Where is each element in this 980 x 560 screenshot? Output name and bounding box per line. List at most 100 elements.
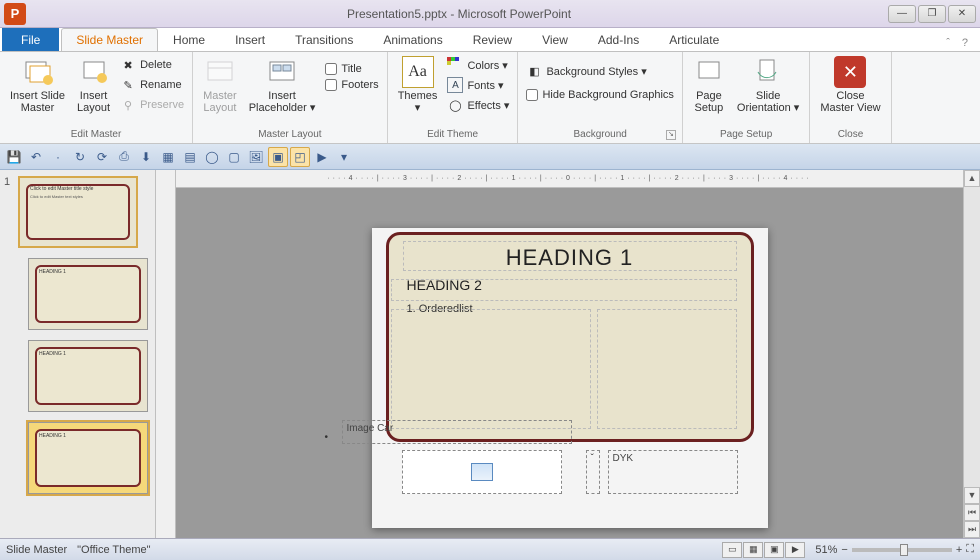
bullet-icon: • xyxy=(325,432,329,443)
tab-home[interactable]: Home xyxy=(158,28,220,51)
rename-label: Rename xyxy=(140,79,182,91)
tab-review[interactable]: Review xyxy=(458,28,527,51)
vertical-scrollbar[interactable]: ▲ ▼ ⏮ ⏭ xyxy=(963,170,980,538)
ribbon-collapse-icon[interactable]: ˆ xyxy=(942,35,954,51)
vertical-ruler xyxy=(156,170,176,538)
group-page-setup-label: Page Setup xyxy=(689,127,803,143)
status-bar: Slide Master "Office Theme" ▭ ▦ ▣ ▶ 51% … xyxy=(0,538,980,560)
zoom-control: 51% − + ⛶ xyxy=(815,543,974,556)
image-car-label: Image Car xyxy=(347,423,394,434)
qat-dropdown-icon[interactable]: ▾ xyxy=(334,147,354,167)
thumb-master[interactable]: Click to edit Master title style Click t… xyxy=(18,176,138,248)
tab-slide-master[interactable]: Slide Master xyxy=(61,28,158,51)
thumb-layout-1[interactable]: HEADING 1 xyxy=(28,258,148,330)
qat-save-icon[interactable]: 💾 xyxy=(4,147,24,167)
image-car-placeholder[interactable]: • Image Car xyxy=(342,420,572,444)
insert-layout-button[interactable]: Insert Layout xyxy=(73,54,114,116)
preserve-button[interactable]: ⚲Preserve xyxy=(118,96,186,114)
footers-checkbox[interactable]: Footers xyxy=(323,78,380,92)
qat-btn-6[interactable]: ⬇ xyxy=(136,147,156,167)
thumbnails-pane: 1 Click to edit Master title style Click… xyxy=(0,170,156,538)
title-checkbox[interactable]: Title xyxy=(323,62,380,76)
qat-btn-13[interactable]: ◰ xyxy=(290,147,310,167)
slide-orientation-label: Slide Orientation ▾ xyxy=(737,90,799,114)
slide-canvas[interactable]: HEADING 1 HEADING 2 1. Orderedlist • Ima… xyxy=(176,188,963,538)
themes-button[interactable]: Aa Themes ▾ xyxy=(394,54,442,116)
delete-button[interactable]: ✖Delete xyxy=(118,56,186,74)
colors-button[interactable]: Colors ▾ xyxy=(445,56,511,74)
view-normal-icon[interactable]: ▭ xyxy=(722,542,742,558)
prev-slide-icon[interactable]: ⏮ xyxy=(964,504,980,521)
image-placeholder[interactable] xyxy=(402,450,562,494)
scroll-up-icon[interactable]: ▲ xyxy=(964,170,980,187)
hide-background-checkbox[interactable]: Hide Background Graphics xyxy=(524,88,675,102)
tab-animations[interactable]: Animations xyxy=(368,28,457,51)
qat-btn-5[interactable]: ⎙ xyxy=(114,147,134,167)
qat-btn-14[interactable]: ▶ xyxy=(312,147,332,167)
background-styles-label: Background Styles ▾ xyxy=(546,65,646,78)
fonts-button[interactable]: AFonts ▾ xyxy=(445,76,511,94)
colors-label: Colors ▾ xyxy=(467,59,507,72)
scroll-down-icon[interactable]: ▼ xyxy=(964,487,980,504)
minimize-button[interactable]: — xyxy=(888,5,916,23)
preserve-icon: ⚲ xyxy=(120,97,136,113)
zoom-out-button[interactable]: − xyxy=(841,544,847,556)
effects-button[interactable]: ◯Effects ▾ xyxy=(445,96,511,114)
view-sorter-icon[interactable]: ▦ xyxy=(743,542,763,558)
zoom-thumb[interactable] xyxy=(900,544,908,556)
thumb-layout-2[interactable]: HEADING 1 xyxy=(28,340,148,412)
tab-file[interactable]: File xyxy=(2,28,59,51)
tab-articulate[interactable]: Articulate xyxy=(654,28,734,51)
view-slideshow-icon[interactable]: ▶ xyxy=(785,542,805,558)
tab-view[interactable]: View xyxy=(527,28,583,51)
slide-orientation-button[interactable]: Slide Orientation ▾ xyxy=(733,54,803,116)
master-layout-button: Master Layout xyxy=(199,54,241,116)
qat-btn-11[interactable]: 🖼 xyxy=(246,147,266,167)
tab-transitions[interactable]: Transitions xyxy=(280,28,368,51)
qat-btn-12[interactable]: ▣ xyxy=(268,147,288,167)
body-right-placeholder[interactable] xyxy=(597,309,737,429)
qat-btn-7[interactable]: ▦ xyxy=(158,147,178,167)
title-checkbox-label: Title xyxy=(341,63,361,75)
subtitle-placeholder[interactable] xyxy=(391,279,737,301)
dyk-placeholder[interactable]: DYK xyxy=(608,450,738,494)
zoom-fit-button[interactable]: ⛶ xyxy=(966,543,974,556)
slide: HEADING 1 HEADING 2 1. Orderedlist • Ima… xyxy=(372,228,768,528)
zoom-in-button[interactable]: + xyxy=(956,544,962,556)
body-left-placeholder[interactable] xyxy=(391,309,591,429)
colors-icon xyxy=(447,57,463,73)
insert-placeholder-button[interactable]: Insert Placeholder ▾ xyxy=(245,54,320,116)
qat-separator: · xyxy=(48,147,68,167)
small-placeholder[interactable]: ˇ xyxy=(586,450,600,494)
thumb-layout-3-selected[interactable]: HEADING 1 xyxy=(28,422,148,494)
tab-insert[interactable]: Insert xyxy=(220,28,280,51)
next-slide-icon[interactable]: ⏭ xyxy=(964,521,980,538)
qat-btn-10[interactable]: ▢ xyxy=(224,147,244,167)
picture-icon xyxy=(471,463,493,481)
qat-btn-8[interactable]: ▤ xyxy=(180,147,200,167)
zoom-percent[interactable]: 51% xyxy=(815,544,837,556)
slide-orientation-icon xyxy=(752,56,784,88)
group-edit-theme: Aa Themes ▾ Colors ▾ AFonts ▾ ◯Effects ▾… xyxy=(388,52,519,143)
rename-button[interactable]: ✎Rename xyxy=(118,76,186,94)
tab-add-ins[interactable]: Add-Ins xyxy=(583,28,654,51)
hide-background-label: Hide Background Graphics xyxy=(542,89,673,101)
background-launcher-icon[interactable]: ↘ xyxy=(666,130,676,140)
background-styles-button[interactable]: ◧Background Styles ▾ xyxy=(524,62,675,80)
group-edit-master: Insert Slide Master Insert Layout ✖Delet… xyxy=(0,52,193,143)
qat-undo-icon[interactable]: ↶ xyxy=(26,147,46,167)
help-icon[interactable]: ? xyxy=(958,35,972,51)
master-layout-label: Master Layout xyxy=(203,90,237,114)
qat-redo-icon[interactable]: ↻ xyxy=(70,147,90,167)
close-window-button[interactable]: ✕ xyxy=(948,5,976,23)
close-master-view-button[interactable]: ✕ Close Master View xyxy=(816,54,884,116)
maximize-button[interactable]: ❐ xyxy=(918,5,946,23)
slide-content-card: HEADING 1 HEADING 2 1. Orderedlist xyxy=(386,232,754,442)
zoom-slider[interactable] xyxy=(852,548,952,552)
view-reading-icon[interactable]: ▣ xyxy=(764,542,784,558)
qat-btn-9[interactable]: ◯ xyxy=(202,147,222,167)
page-setup-button[interactable]: Page Setup xyxy=(689,54,729,116)
qat-refresh-icon[interactable]: ⟳ xyxy=(92,147,112,167)
title-placeholder[interactable] xyxy=(403,241,737,271)
insert-slide-master-button[interactable]: Insert Slide Master xyxy=(6,54,69,116)
